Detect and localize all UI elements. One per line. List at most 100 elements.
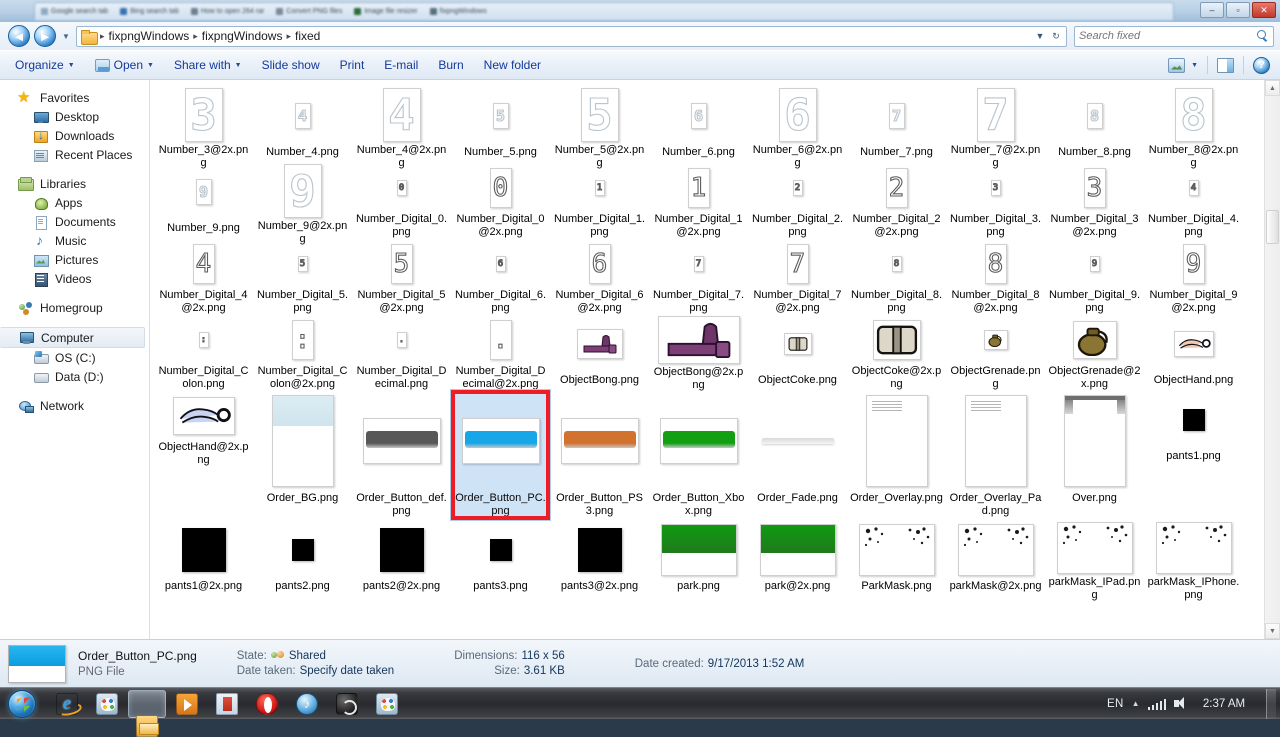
scroll-up-button[interactable]: ▲ — [1265, 80, 1280, 96]
file-item[interactable]: 8Number_8@2x.png — [1144, 86, 1243, 162]
back-button[interactable]: ◄ — [8, 25, 30, 47]
taskbar-item-reader-app[interactable] — [208, 690, 246, 718]
view-caret-icon[interactable]: ▼ — [1191, 62, 1198, 69]
sidebar-item-recent-places[interactable]: Recent Places — [0, 145, 149, 164]
refresh-icon[interactable]: ↻ — [1048, 27, 1064, 46]
file-item[interactable]: 5Number_Digital_5@2x.png — [352, 238, 451, 314]
detail-dimensions-value[interactable]: 116 x 56 — [521, 650, 564, 662]
file-item[interactable]: ObjectGrenade@2x.png — [1045, 314, 1144, 390]
slide-show-button[interactable]: Slide show — [253, 55, 329, 75]
clock[interactable]: 2:37 AM — [1196, 698, 1252, 710]
print-button[interactable]: Print — [331, 55, 374, 75]
file-item[interactable]: 0Number_Digital_0.png — [352, 162, 451, 238]
file-item[interactable]: pants2@2x.png — [352, 520, 451, 596]
sidebar-item-network[interactable]: Network — [0, 396, 149, 415]
file-item[interactable]: 9Number_9@2x.png — [253, 162, 352, 238]
file-item[interactable]: Order_Overlay.png — [847, 390, 946, 520]
organize-button[interactable]: Organize ▼ — [6, 55, 84, 75]
taskbar-item-media-player[interactable] — [168, 690, 206, 718]
breadcrumb-item-3[interactable]: fixed — [292, 28, 323, 44]
share-with-button[interactable]: Share with ▼ — [165, 55, 251, 75]
file-item[interactable]: ObjectCoke@2x.png — [847, 314, 946, 390]
file-item[interactable]: .Number_Digital_Decimal@2x.png — [451, 314, 550, 390]
file-item[interactable]: Order_Fade.png — [748, 390, 847, 520]
file-item[interactable]: parkMask_IPad.png — [1045, 520, 1144, 596]
file-item[interactable]: 3Number_3@2x.png — [154, 86, 253, 162]
file-item[interactable]: Order_Button_Xbox.png — [649, 390, 748, 520]
new-folder-button[interactable]: New folder — [475, 55, 550, 75]
preview-pane-icon[interactable] — [1217, 58, 1234, 73]
file-item[interactable]: 6Number_Digital_6@2x.png — [550, 238, 649, 314]
sidebar-item-documents[interactable]: Documents — [0, 212, 149, 231]
sidebar-item-pictures[interactable]: Pictures — [0, 250, 149, 269]
file-item[interactable]: parkMask_IPhone.png — [1144, 520, 1243, 596]
file-item[interactable]: pants1.png — [1144, 390, 1243, 466]
file-item[interactable]: 1Number_Digital_1.png — [550, 162, 649, 238]
search-icon[interactable] — [1255, 29, 1269, 43]
file-item[interactable]: ObjectCoke.png — [748, 314, 847, 390]
file-item[interactable]: 5Number_Digital_5.png — [253, 238, 352, 314]
file-item[interactable]: 8Number_8.png — [1045, 86, 1144, 162]
taskbar-item-windows-explorer[interactable] — [128, 690, 166, 718]
close-button[interactable]: ✕ — [1252, 2, 1276, 18]
forward-button[interactable]: ► — [34, 25, 56, 47]
file-item[interactable]: :Number_Digital_Colon@2x.png — [253, 314, 352, 390]
file-item[interactable]: 3Number_Digital_3@2x.png — [1045, 162, 1144, 238]
file-item[interactable]: 4Number_Digital_4.png — [1144, 162, 1243, 238]
show-desktop-button[interactable] — [1266, 689, 1276, 719]
taskbar-item-internet-explorer[interactable] — [48, 690, 86, 718]
file-item[interactable]: Order_Button_def.png — [352, 390, 451, 520]
chevron-down-icon[interactable]: ▼ — [1032, 27, 1048, 46]
file-item[interactable]: 5Number_5@2x.png — [550, 86, 649, 162]
file-item[interactable]: 8Number_Digital_8.png — [847, 238, 946, 314]
vertical-scrollbar[interactable]: ▲ ▼ — [1264, 80, 1280, 639]
file-item[interactable]: parkMask@2x.png — [946, 520, 1045, 596]
detail-state-value[interactable]: Shared — [289, 650, 326, 662]
sidebar-item-desktop[interactable]: Desktop — [0, 107, 149, 126]
breadcrumb-item-2[interactable]: fixpngWindows — [199, 28, 286, 44]
file-item[interactable]: pants3@2x.png — [550, 520, 649, 596]
language-indicator[interactable]: EN — [1107, 698, 1124, 710]
file-item[interactable]: 6Number_6.png — [649, 86, 748, 162]
search-input[interactable] — [1079, 30, 1255, 42]
taskbar-item-paint-app[interactable] — [368, 690, 406, 718]
speaker-icon[interactable] — [1174, 697, 1188, 710]
file-item[interactable]: ObjectHand@2x.png — [154, 390, 253, 466]
file-item[interactable]: ObjectBong.png — [550, 314, 649, 390]
file-item[interactable]: ParkMask.png — [847, 520, 946, 596]
file-item-selected[interactable]: Order_Button_PC.png — [451, 390, 550, 520]
email-button[interactable]: E-mail — [375, 55, 427, 75]
taskbar-item-opera-browser[interactable] — [248, 690, 286, 718]
file-item[interactable]: ObjectBong@2x.png — [649, 314, 748, 390]
sidebar-item-data-d[interactable]: Data (D:) — [0, 367, 149, 386]
file-item[interactable]: 7Number_Digital_7@2x.png — [748, 238, 847, 314]
breadcrumb-item-1[interactable]: fixpngWindows — [106, 28, 193, 44]
file-item[interactable]: 2Number_Digital_2@2x.png — [847, 162, 946, 238]
file-item[interactable]: park@2x.png — [748, 520, 847, 596]
file-item[interactable]: 1Number_Digital_1@2x.png — [649, 162, 748, 238]
scroll-down-button[interactable]: ▼ — [1265, 623, 1280, 639]
file-item[interactable]: 9Number_Digital_9@2x.png — [1144, 238, 1243, 314]
file-item[interactable]: 7Number_7@2x.png — [946, 86, 1045, 162]
show-hidden-icons-icon[interactable]: ▲ — [1132, 699, 1140, 708]
file-item[interactable]: 9Number_Digital_9.png — [1045, 238, 1144, 314]
file-item[interactable]: Order_Button_PS3.png — [550, 390, 649, 520]
signal-bars-icon[interactable] — [1148, 698, 1167, 710]
file-item[interactable]: 4Number_4@2x.png — [352, 86, 451, 162]
start-button[interactable] — [0, 689, 44, 719]
file-item[interactable]: Order_Overlay_Pad.png — [946, 390, 1045, 520]
file-item[interactable]: pants2.png — [253, 520, 352, 596]
search-box[interactable] — [1074, 26, 1274, 47]
detail-date-created-value[interactable]: 9/17/2013 1:52 AM — [708, 658, 805, 670]
file-item[interactable]: 0Number_Digital_0@2x.png — [451, 162, 550, 238]
file-item[interactable]: 7Number_Digital_7.png — [649, 238, 748, 314]
file-item[interactable]: 8Number_Digital_8@2x.png — [946, 238, 1045, 314]
file-item[interactable]: ObjectHand.png — [1144, 314, 1243, 390]
file-item[interactable]: ObjectGrenade.png — [946, 314, 1045, 390]
minimize-button[interactable]: – — [1200, 2, 1224, 18]
file-item[interactable]: 7Number_7.png — [847, 86, 946, 162]
file-item[interactable]: pants1@2x.png — [154, 520, 253, 596]
breadcrumb-bar[interactable]: ▸ fixpngWindows ▸ fixpngWindows ▸ fixed … — [76, 26, 1067, 47]
scrollbar-thumb[interactable] — [1266, 210, 1279, 244]
help-icon[interactable]: ? — [1253, 57, 1270, 74]
